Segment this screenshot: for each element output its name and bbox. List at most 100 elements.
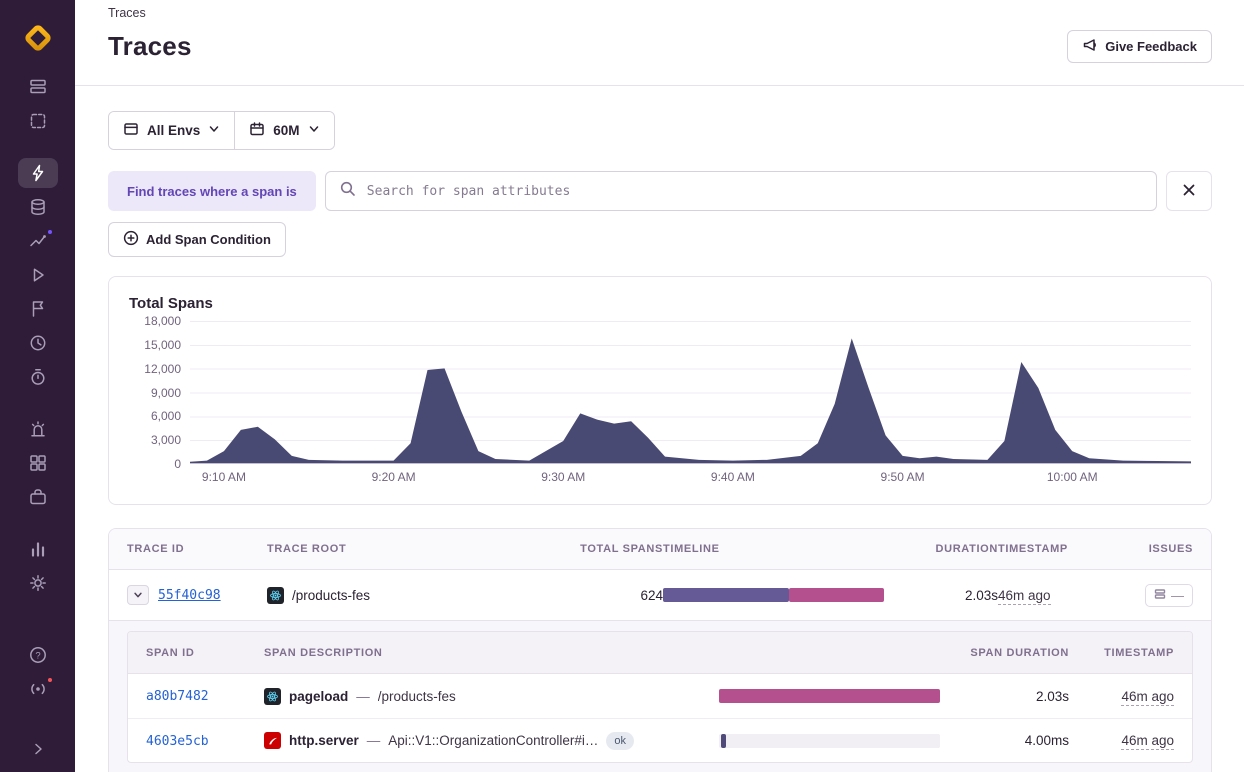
x-tick-label: 9:20 AM: [372, 470, 416, 484]
react-project-icon: [264, 688, 281, 705]
chevron-down-icon: [208, 123, 220, 138]
close-icon: [1181, 182, 1197, 201]
chart-title: Total Spans: [129, 295, 1191, 312]
sidebar-item-releases[interactable]: [18, 328, 58, 358]
sidebar-item-explore[interactable]: [18, 106, 58, 136]
span-search-box[interactable]: [325, 171, 1157, 211]
megaphone-icon: [1082, 37, 1098, 56]
span-timeline-bar: [719, 689, 940, 703]
sidebar-item-queries[interactable]: [18, 192, 58, 222]
x-tick-label: 9:40 AM: [711, 470, 755, 484]
span-table-header: SPAN ID SPAN DESCRIPTION SPAN DURATION T…: [128, 632, 1192, 674]
whats-new-notification-dot: [46, 676, 54, 684]
column-header-trace-id: TRACE ID: [127, 543, 267, 555]
trace-duration: 2.03s: [965, 588, 998, 603]
span-status-badge: ok: [606, 732, 634, 750]
span-description: Api::V1::OrganizationController#i…: [388, 733, 598, 748]
total-spans-value: 624: [640, 588, 663, 603]
environment-filter-button[interactable]: All Envs: [109, 112, 234, 149]
insights-notification-dot: [46, 228, 54, 236]
sidebar-item-stories[interactable]: [18, 482, 58, 512]
whats-new-icon[interactable]: [18, 674, 58, 704]
column-header-timeline: TIMELINE: [663, 543, 903, 555]
collapse-sidebar-icon[interactable]: [18, 734, 58, 764]
clear-search-button[interactable]: [1166, 171, 1212, 211]
total-spans-area: [190, 338, 1191, 463]
span-duration: 4.00ms: [1025, 733, 1069, 748]
span-operation: pageload: [289, 689, 348, 704]
chart-y-axis: 18,000 15,000 12,000 9,000 6,000 3,000 0: [129, 321, 181, 464]
page-title: Traces: [108, 31, 192, 62]
span-row: a80b7482 page: [128, 674, 1192, 718]
issues-icon: [1154, 588, 1166, 603]
sidebar-item-replays[interactable]: [18, 260, 58, 290]
x-tick-label: 9:10 AM: [202, 470, 246, 484]
chart-x-axis: 9:10 AM 9:20 AM 9:30 AM 9:40 AM 9:50 AM …: [190, 470, 1191, 486]
page-header: Traces Traces Give Feedback: [75, 0, 1244, 86]
calendar-icon: [249, 121, 265, 140]
span-row: 4603e5cb http.server — Api::V1::Organiza…: [128, 718, 1192, 762]
y-tick-label: 3,000: [151, 433, 181, 447]
sidebar-item-settings[interactable]: [18, 568, 58, 598]
column-header-total-spans: TOTAL SPANS: [580, 543, 663, 555]
trace-timeline-bar: [663, 588, 884, 602]
rails-project-icon: [264, 732, 281, 749]
sidebar-item-insights[interactable]: [18, 226, 58, 256]
sidebar: ?: [0, 0, 75, 772]
span-timestamp: 46m ago: [1121, 733, 1174, 750]
expanded-trace-panel: SPAN ID SPAN DESCRIPTION SPAN DURATION T…: [109, 620, 1211, 772]
y-tick-label: 12,000: [144, 362, 181, 376]
x-tick-label: 10:00 AM: [1047, 470, 1098, 484]
sidebar-item-traces[interactable]: [18, 158, 58, 188]
help-icon[interactable]: ?: [18, 640, 58, 670]
span-search-input[interactable]: [365, 183, 1143, 200]
sidebar-item-stats[interactable]: [18, 534, 58, 564]
content: All Envs 60M Find traces whe: [75, 86, 1244, 772]
sentry-logo[interactable]: [20, 20, 56, 56]
breadcrumb[interactable]: Traces: [108, 6, 1212, 20]
y-tick-label: 6,000: [151, 409, 181, 423]
sidebar-item-alerts[interactable]: [18, 414, 58, 444]
sidebar-item-dashboards[interactable]: [18, 448, 58, 478]
app-window: ? Traces Traces Give Feedback: [0, 0, 1244, 772]
date-range-filter-button[interactable]: 60M: [234, 112, 333, 149]
column-header-span-duration: SPAN DURATION: [970, 647, 1069, 659]
svg-text:?: ?: [35, 650, 40, 661]
span-search-row: Find traces where a span is: [108, 171, 1212, 211]
sidebar-item-issues[interactable]: [18, 72, 58, 102]
span-duration: 2.03s: [1036, 689, 1069, 704]
column-header-span-timestamp: TIMESTAMP: [1104, 647, 1174, 659]
add-span-condition-button[interactable]: Add Span Condition: [108, 222, 286, 257]
sidebar-item-crons[interactable]: [18, 362, 58, 392]
y-tick-label: 15,000: [144, 338, 181, 352]
y-tick-label: 0: [174, 457, 181, 471]
trace-row: 55f40c98 /products-fes: [109, 570, 1211, 620]
column-header-timestamp: TIMESTAMP: [998, 543, 1108, 555]
x-tick-label: 9:50 AM: [881, 470, 925, 484]
page-filter-bar: All Envs 60M: [108, 111, 335, 150]
main-area: Traces Traces Give Feedback All Env: [75, 0, 1244, 772]
trace-id-link[interactable]: 55f40c98: [158, 588, 221, 603]
span-operation: http.server: [289, 733, 359, 748]
total-spans-panel: Total Spans 18,000 15,000 12,000 9,000 6…: [108, 276, 1212, 505]
column-header-duration: DURATION: [935, 543, 998, 555]
span-id-link[interactable]: a80b7482: [146, 689, 209, 704]
column-header-issues: ISSUES: [1149, 543, 1193, 555]
y-tick-label: 18,000: [144, 314, 181, 328]
give-feedback-button[interactable]: Give Feedback: [1067, 30, 1212, 63]
environment-icon: [123, 121, 139, 140]
collapse-trace-button[interactable]: [127, 585, 149, 605]
span-table: SPAN ID SPAN DESCRIPTION SPAN DURATION T…: [127, 631, 1193, 763]
trace-timestamp: 46m ago: [998, 588, 1051, 605]
issues-pill[interactable]: —: [1145, 584, 1193, 607]
traces-table-header: TRACE ID TRACE ROOT TOTAL SPANS TIMELINE…: [109, 529, 1211, 570]
span-id-link[interactable]: 4603e5cb: [146, 734, 209, 749]
chart-plot-area: 9:10 AM 9:20 AM 9:30 AM 9:40 AM 9:50 AM …: [190, 321, 1191, 464]
column-header-span-id: SPAN ID: [146, 647, 264, 659]
span-search-label: Find traces where a span is: [108, 171, 316, 211]
sidebar-item-profiles[interactable]: [18, 294, 58, 324]
react-project-icon: [267, 587, 284, 604]
span-description: /products-fes: [378, 689, 456, 704]
chevron-down-icon: [308, 123, 320, 138]
add-circle-icon: [123, 230, 139, 249]
